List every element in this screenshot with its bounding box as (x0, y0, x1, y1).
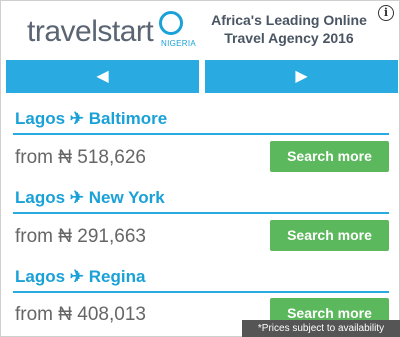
route-divider-3 (13, 291, 389, 293)
next-button[interactable]: ▶ (205, 60, 398, 93)
logo-ring-icon (159, 11, 183, 35)
brand-country: NIGERIA (161, 39, 196, 48)
tagline-line-1: Africa's Leading Online (211, 12, 367, 28)
search-more-button-1[interactable]: Search more (270, 141, 389, 172)
price-disclaimer: *Prices subject to availability (242, 320, 400, 337)
route-divider-1 (13, 133, 389, 135)
route-divider-2 (13, 212, 389, 214)
arrow-right-icon: ▶ (295, 68, 308, 85)
ad-header[interactable]: travelstart NIGERIA Africa's Leading Onl… (1, 1, 399, 57)
route-title-2[interactable]: Lagos ✈ New York (15, 188, 165, 208)
tagline-line-2: Travel Agency 2016 (224, 30, 354, 46)
route-price-2: from ₦ 291,663 (15, 226, 146, 247)
ad-info-icon[interactable]: i (378, 5, 394, 21)
search-more-button-2[interactable]: Search more (270, 220, 389, 251)
route-price-3: from ₦ 408,013 (15, 304, 146, 325)
brand-logo[interactable]: travelstart (27, 15, 154, 49)
arrow-left-icon: ◀ (96, 68, 109, 85)
route-title-3[interactable]: Lagos ✈ Regina (15, 267, 145, 287)
brand-tagline: Africa's Leading Online Travel Agency 20… (201, 11, 377, 47)
travel-ad: travelstart NIGERIA Africa's Leading Onl… (0, 0, 400, 337)
prev-button[interactable]: ◀ (6, 60, 199, 93)
route-title-1[interactable]: Lagos ✈ Baltimore (15, 109, 167, 129)
route-price-1: from ₦ 518,626 (15, 147, 146, 168)
